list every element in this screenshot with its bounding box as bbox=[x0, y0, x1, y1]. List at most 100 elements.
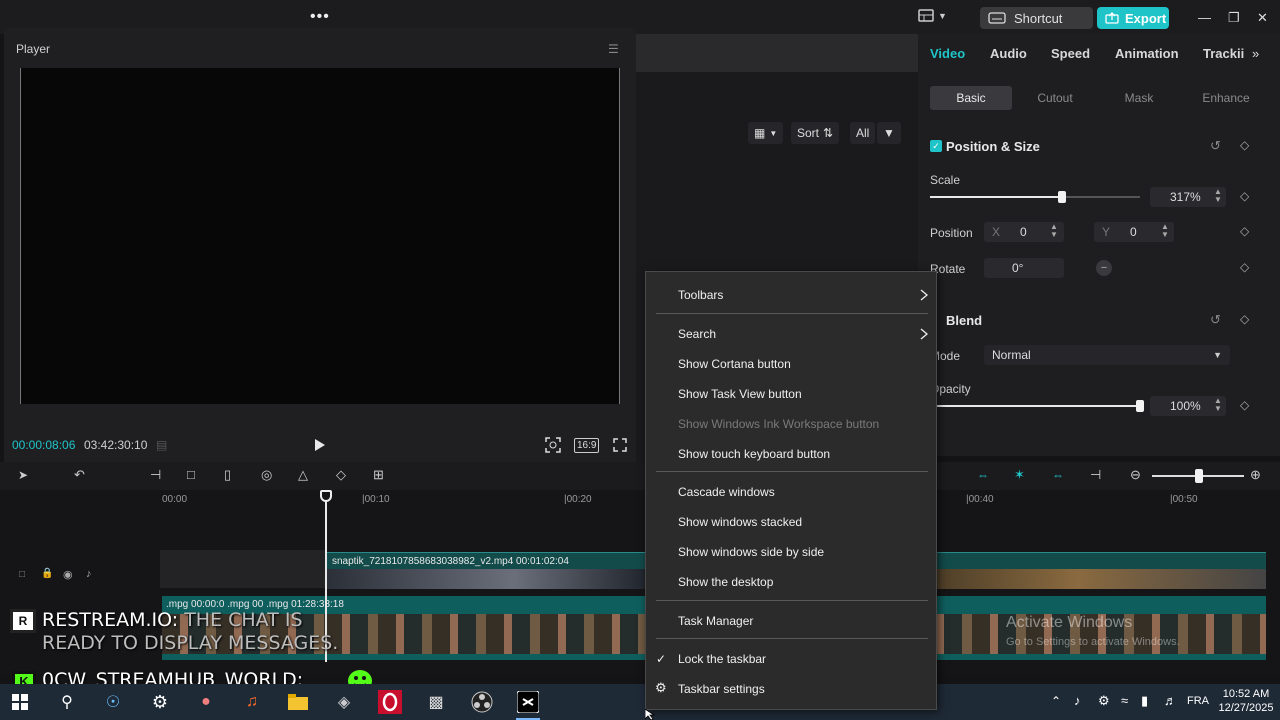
microphone-icon[interactable]: ♪ bbox=[1074, 693, 1081, 708]
reset-icon[interactable]: ↺ bbox=[1210, 138, 1221, 154]
magnet-icon[interactable]: ⇔ bbox=[977, 468, 989, 482]
monitor-icon[interactable]: ▩ bbox=[424, 690, 448, 714]
eye-icon[interactable]: ◉ bbox=[63, 568, 73, 581]
lock-icon[interactable]: 🔒 bbox=[41, 568, 53, 579]
more-tabs-icon[interactable]: » bbox=[1252, 46, 1259, 61]
mirror-icon[interactable]: △ bbox=[298, 467, 308, 483]
menu-item-show-cortana[interactable]: Show Cortana button bbox=[678, 357, 791, 371]
zoom-out-icon[interactable]: ⊖ bbox=[1130, 467, 1141, 483]
rotate-dial-icon[interactable]: – bbox=[1096, 260, 1112, 276]
menu-item-show-desktop[interactable]: Show the desktop bbox=[678, 575, 773, 589]
menu-item-search[interactable]: Search bbox=[678, 327, 716, 341]
microphone-app-icon[interactable]: ♫ bbox=[240, 690, 264, 714]
search-icon[interactable]: ⚲ bbox=[55, 690, 79, 714]
video-canvas[interactable] bbox=[20, 68, 620, 404]
scale-slider-knob[interactable] bbox=[1058, 191, 1067, 203]
tab-animation[interactable]: Animation bbox=[1115, 46, 1179, 61]
split-view-icon[interactable]: ⊣ bbox=[1090, 467, 1101, 483]
zoom-in-icon[interactable]: ⊕ bbox=[1250, 467, 1261, 483]
clock[interactable]: 10:52 AM 12/27/2025 bbox=[1216, 687, 1276, 715]
select-tool-icon[interactable]: ➤ bbox=[18, 468, 28, 482]
game-controller-icon[interactable]: ◈ bbox=[332, 690, 356, 714]
reset-icon[interactable]: ↺ bbox=[1210, 312, 1221, 328]
filter-icon[interactable]: ▼ bbox=[877, 122, 901, 144]
preview-axis-icon[interactable]: ⇔ bbox=[1052, 468, 1064, 482]
close-icon[interactable]: ✕ bbox=[1257, 10, 1268, 26]
tab-tracking[interactable]: Trackii bbox=[1203, 46, 1244, 61]
tab-audio[interactable]: Audio bbox=[990, 46, 1027, 61]
record-icon[interactable]: ◎ bbox=[261, 467, 272, 483]
subtab-basic[interactable]: Basic bbox=[930, 86, 1012, 110]
fullscreen-icon[interactable] bbox=[613, 438, 627, 452]
stepper-icon[interactable]: ▲ ▼ bbox=[1214, 188, 1222, 204]
keyframe-icon[interactable]: ◇ bbox=[1240, 224, 1249, 238]
mode-select[interactable]: Normal ▼ bbox=[984, 345, 1230, 365]
menu-icon[interactable]: ☰ bbox=[608, 42, 619, 56]
timeline-list-icon[interactable]: ▤ bbox=[156, 438, 167, 452]
fit-screen-icon[interactable] bbox=[545, 437, 561, 453]
keyframe-icon[interactable]: ◇ bbox=[1240, 398, 1249, 412]
link-icon[interactable]: ✶ bbox=[1014, 467, 1025, 483]
settings-gear-icon[interactable]: ⚙ bbox=[148, 690, 172, 714]
battery-icon[interactable]: ▮ bbox=[1141, 693, 1148, 709]
menu-item-show-touch-keyboard[interactable]: Show touch keyboard button bbox=[678, 447, 830, 461]
capcut-icon[interactable] bbox=[516, 690, 540, 714]
export-button[interactable]: Export bbox=[1097, 7, 1169, 29]
more-options-icon[interactable]: ••• bbox=[310, 8, 330, 26]
maximize-icon[interactable]: ❐ bbox=[1228, 10, 1240, 26]
tab-speed[interactable]: Speed bbox=[1051, 46, 1090, 61]
subtab-enhance[interactable]: Enhance bbox=[1182, 86, 1270, 110]
tab-video[interactable]: Video bbox=[930, 46, 965, 61]
menu-item-side-by-side[interactable]: Show windows side by side bbox=[678, 545, 824, 559]
stepper-icon[interactable]: ▲ ▼ bbox=[1161, 223, 1169, 239]
keyframe-icon[interactable]: ◇ bbox=[1240, 260, 1249, 274]
menu-item-task-manager[interactable]: Task Manager bbox=[678, 614, 753, 628]
wifi-icon[interactable]: ≈ bbox=[1121, 693, 1128, 708]
play-icon[interactable] bbox=[314, 438, 326, 452]
menu-item-taskbar-settings[interactable]: Taskbar settings bbox=[678, 682, 765, 696]
undo-icon[interactable]: ↶ bbox=[74, 467, 85, 483]
shortcut-button[interactable]: Shortcut bbox=[980, 7, 1093, 29]
subtab-cutout[interactable]: Cutout bbox=[1014, 86, 1096, 110]
menu-item-toolbars[interactable]: Toolbars bbox=[678, 288, 723, 302]
chevron-down-icon[interactable]: ▼ bbox=[938, 11, 947, 21]
start-icon[interactable] bbox=[8, 690, 32, 714]
sort-button[interactable]: Sort ⇅ bbox=[791, 122, 840, 144]
obs-icon[interactable] bbox=[470, 690, 494, 714]
menu-item-lock-taskbar[interactable]: Lock the taskbar bbox=[678, 652, 766, 666]
crop-icon[interactable]: ⊞ bbox=[373, 467, 384, 483]
keyframe-icon[interactable]: ◇ bbox=[1240, 138, 1249, 152]
split-icon[interactable]: ⊣ bbox=[150, 467, 161, 483]
position-size-checkbox[interactable]: ✓ bbox=[930, 140, 942, 152]
freeze-icon[interactable]: ▯ bbox=[224, 467, 231, 483]
chevron-up-icon[interactable]: ⌃ bbox=[1051, 694, 1061, 708]
zoom-slider-knob[interactable] bbox=[1195, 469, 1203, 483]
layout-icon[interactable] bbox=[918, 9, 934, 23]
app-icon[interactable]: ● bbox=[194, 690, 218, 714]
aspect-ratio-button[interactable]: 16:9 bbox=[574, 438, 600, 453]
opacity-slider-knob[interactable] bbox=[1136, 400, 1144, 412]
opera-icon[interactable] bbox=[378, 690, 402, 714]
network-app-icon[interactable]: ⚙ bbox=[1098, 693, 1110, 709]
stepper-icon[interactable]: ▲ ▼ bbox=[1050, 223, 1058, 239]
stepper-icon[interactable]: ▲ ▼ bbox=[1214, 397, 1222, 413]
menu-item-cascade[interactable]: Cascade windows bbox=[678, 485, 775, 499]
cover-icon[interactable]: □ bbox=[19, 569, 25, 580]
menu-item-show-task-view[interactable]: Show Task View button bbox=[678, 387, 802, 401]
playhead-handle[interactable] bbox=[320, 490, 332, 502]
file-explorer-icon[interactable] bbox=[286, 690, 310, 714]
subtab-mask[interactable]: Mask bbox=[1098, 86, 1180, 110]
view-toggle[interactable]: ▦ ▼ bbox=[748, 122, 784, 144]
rotate-field[interactable]: 0° bbox=[984, 258, 1064, 278]
keyframe-icon[interactable]: ◇ bbox=[1240, 312, 1249, 326]
language-indicator[interactable]: FRA bbox=[1187, 695, 1209, 707]
keyframe-icon[interactable]: ◇ bbox=[1240, 189, 1249, 203]
rotate-icon[interactable]: ◇ bbox=[336, 467, 346, 483]
delete-icon[interactable]: □ bbox=[187, 467, 195, 482]
filter-all-button[interactable]: All bbox=[850, 122, 876, 144]
broadcast-icon[interactable]: ☉ bbox=[101, 690, 125, 714]
minimize-icon[interactable]: — bbox=[1198, 10, 1211, 25]
menu-item-stacked[interactable]: Show windows stacked bbox=[678, 515, 802, 529]
volume-icon[interactable]: ♬ bbox=[1164, 693, 1177, 708]
speaker-icon[interactable]: ♪ bbox=[86, 568, 92, 580]
